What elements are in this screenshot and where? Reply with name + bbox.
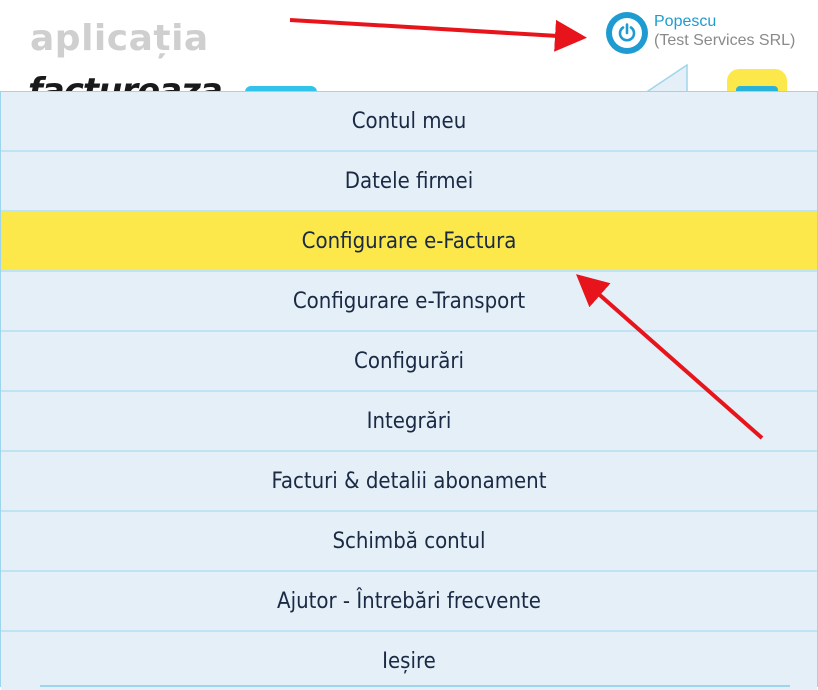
power-icon	[606, 12, 648, 54]
user-name: Popescu	[654, 13, 717, 30]
user-account-button[interactable]: Popescu (Test Services SRL)	[606, 12, 795, 54]
menu-item-7[interactable]: Facturi & detalii abonament	[1, 452, 817, 512]
menu-item-10[interactable]: Ieșire	[1, 632, 817, 690]
arrow-to-user	[289, 18, 587, 52]
menu-item-9[interactable]: Ajutor - Întrebări frecvente	[1, 572, 817, 632]
user-company: (Test Services SRL)	[654, 32, 796, 49]
brand-logo[interactable]: factureaza	[28, 74, 222, 92]
menu-item-3[interactable]: Configurare e-Factura	[1, 212, 817, 272]
menu-item-2[interactable]: Datele firmei	[1, 152, 817, 212]
menu-item-1[interactable]: Contul meu	[1, 92, 817, 152]
app-logo: aplicația	[30, 18, 209, 59]
menu-item-5[interactable]: Configurări	[1, 332, 817, 392]
menu-item-6[interactable]: Integrări	[1, 392, 817, 452]
account-dropdown-menu: Contul meu Datele firmei Configurare e-Fac…	[0, 91, 818, 690]
menu-item-4[interactable]: Configurare e-Transport	[1, 272, 817, 332]
dropdown-pointer	[645, 64, 688, 94]
menu-item-8[interactable]: Schimbă contul	[1, 512, 817, 572]
